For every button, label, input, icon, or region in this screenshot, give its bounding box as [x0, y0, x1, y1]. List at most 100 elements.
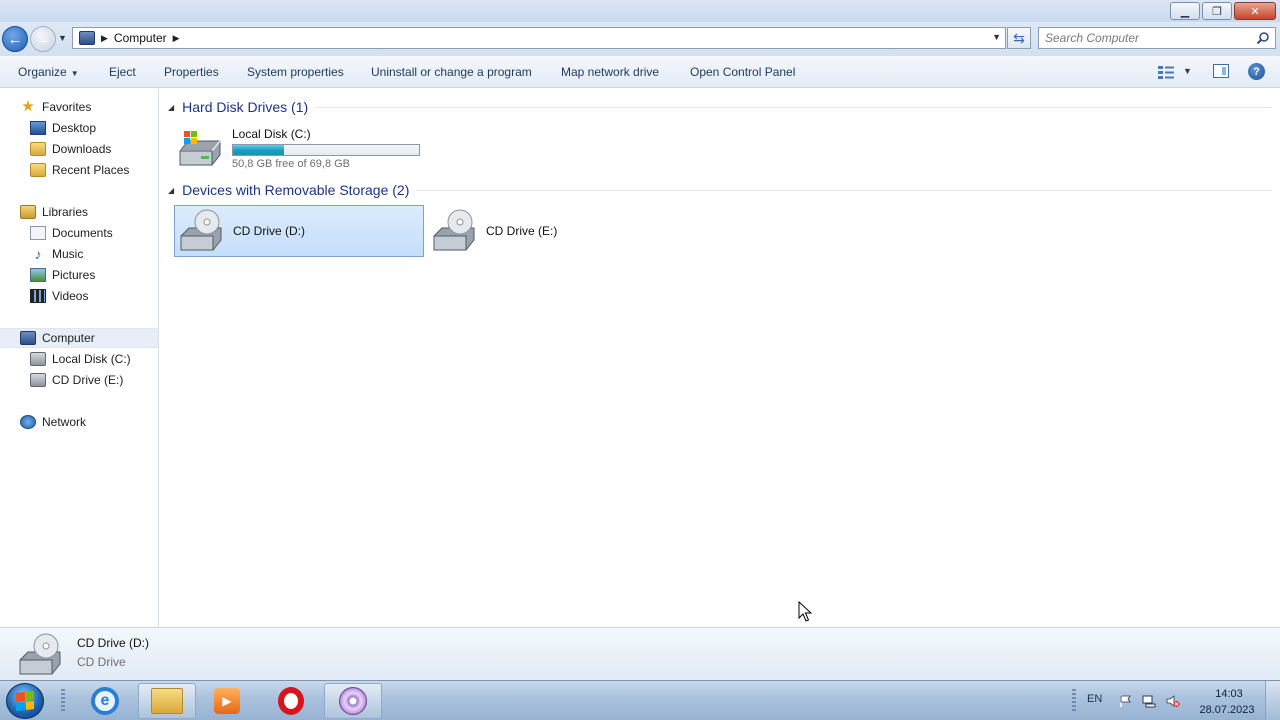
internet-explorer-icon: e [91, 687, 119, 715]
preview-pane-icon[interactable] [1213, 64, 1229, 78]
search-icon[interactable] [1256, 31, 1270, 45]
breadcrumb-computer[interactable]: Computer [114, 31, 167, 45]
videos-icon [30, 289, 46, 303]
change-view-icon[interactable] [1158, 65, 1174, 79]
drive-free-space: 50,8 GB free of 69,8 GB [232, 157, 351, 170]
language-indicator[interactable]: EN [1087, 693, 1102, 705]
collapse-group-icon[interactable]: ◢ [168, 103, 174, 112]
nav-local-disk-label: Local Disk (C:) [52, 352, 131, 366]
minimize-button[interactable]: ▁ [1170, 2, 1200, 20]
nav-music[interactable]: ♪ Music [0, 244, 158, 264]
desktop-icon [30, 121, 46, 135]
downloads-folder-icon [30, 142, 46, 156]
disk-usage-fill [233, 144, 284, 155]
taskbar-media-player[interactable]: ▶ [198, 683, 256, 719]
nav-local-disk-c[interactable]: Local Disk (C:) [0, 349, 158, 369]
window-title-bar: ▁ ❐ ✕ [0, 0, 1280, 22]
uninstall-program-button[interactable]: Uninstall or change a program [371, 65, 532, 79]
view-options-dropdown-icon[interactable]: ▼ [1183, 66, 1192, 76]
eject-button[interactable]: Eject [109, 65, 136, 79]
nav-desktop[interactable]: Desktop [0, 118, 158, 138]
taskbar-disc-burner[interactable] [324, 683, 382, 719]
favorites-star-icon: ★ [21, 98, 35, 115]
taskbar-windows-explorer[interactable] [138, 683, 196, 719]
recent-pages-dropdown-icon[interactable]: ▼ [58, 33, 67, 43]
nav-pictures[interactable]: Pictures [0, 265, 158, 285]
map-network-drive-button[interactable]: Map network drive [561, 65, 659, 79]
window-controls: ▁ ❐ ✕ [1170, 2, 1276, 20]
system-properties-button[interactable]: System properties [247, 65, 344, 79]
nav-recent-places[interactable]: Recent Places [0, 160, 158, 180]
network-tray-icon[interactable] [1142, 694, 1156, 708]
group-title: Hard Disk Drives (1) [182, 99, 309, 115]
opera-icon [278, 687, 304, 715]
clock-time[interactable]: 14:03 [1212, 688, 1246, 700]
hard-drive-icon [179, 131, 221, 166]
group-divider [316, 106, 1272, 108]
organize-menu[interactable]: Organize ▼ [18, 65, 79, 79]
nav-recent-places-label: Recent Places [52, 163, 130, 177]
file-list-view: ◢ Hard Disk Drives (1) Local Disk (C:) 5… [160, 89, 1280, 627]
drive-tile-cd-drive-d[interactable]: CD Drive (D:) [174, 205, 424, 257]
forward-button[interactable]: → [30, 26, 56, 52]
group-title: Devices with Removable Storage (2) [182, 182, 410, 198]
nav-network-label: Network [42, 415, 87, 429]
computer-icon [79, 31, 95, 45]
tray-grip[interactable] [1072, 689, 1076, 713]
nav-favorites-label: Favorites [42, 100, 92, 114]
taskbar-opera[interactable] [262, 683, 320, 719]
show-desktop-button[interactable] [1265, 681, 1280, 720]
details-pane: CD Drive (D:) CD Drive [0, 627, 1280, 680]
details-item-name: CD Drive (D:) [77, 636, 149, 650]
drive-tile-cd-drive-e[interactable]: CD Drive (E:) [430, 205, 680, 257]
navigation-pane: ★ Favorites Desktop Downloads Recent Pla… [0, 89, 159, 627]
chevron-down-icon: ▼ [70, 69, 79, 78]
cd-drive-icon [180, 209, 222, 251]
mouse-cursor-icon [798, 601, 812, 622]
open-control-panel-button[interactable]: Open Control Panel [690, 65, 795, 79]
breadcrumb-separator-icon[interactable]: ▶ [101, 33, 108, 44]
group-header-removable-storage[interactable]: ◢ Devices with Removable Storage (2) [168, 180, 1272, 200]
documents-icon [30, 226, 46, 240]
breadcrumb-separator-icon[interactable]: ▶ [173, 33, 180, 44]
close-button[interactable]: ✕ [1234, 2, 1276, 20]
organize-label: Organize [18, 65, 67, 79]
address-history-dropdown-icon[interactable]: ▼ [992, 32, 1001, 42]
taskbar-internet-explorer[interactable]: e [76, 683, 134, 719]
nav-videos[interactable]: Videos [0, 286, 158, 306]
clock-date[interactable]: 28.07.2023 [1198, 704, 1256, 716]
drive-tile-local-disk-c[interactable]: Local Disk (C:) 50,8 GB free of 69,8 GB [176, 123, 426, 173]
nav-network[interactable]: Network [0, 412, 158, 432]
drive-name: CD Drive (E:) [486, 224, 558, 238]
nav-cd-drive-e[interactable]: CD Drive (E:) [0, 370, 158, 390]
start-button[interactable] [6, 683, 44, 719]
address-bar-row: ← → ▼ ▶ Computer ▶ ▼ ⇆ [0, 22, 1280, 56]
disk-usage-bar [232, 143, 420, 156]
properties-button[interactable]: Properties [164, 65, 219, 79]
nav-libraries[interactable]: Libraries [0, 202, 158, 222]
details-item-type: CD Drive [77, 655, 126, 669]
group-header-hard-disk-drives[interactable]: ◢ Hard Disk Drives (1) [168, 97, 1272, 117]
volume-muted-icon[interactable] [1166, 694, 1180, 708]
local-disk-icon [30, 352, 46, 366]
cd-drive-icon [433, 209, 475, 251]
group-divider [417, 189, 1272, 191]
disc-burner-icon [339, 687, 367, 715]
music-icon: ♪ [34, 246, 42, 262]
nav-downloads[interactable]: Downloads [0, 139, 158, 159]
nav-documents[interactable]: Documents [0, 223, 158, 243]
nav-favorites[interactable]: ★ Favorites [0, 97, 158, 117]
maximize-button[interactable]: ❐ [1202, 2, 1232, 20]
help-icon[interactable]: ? [1248, 63, 1265, 80]
collapse-group-icon[interactable]: ◢ [168, 186, 174, 195]
action-center-flag-icon[interactable] [1118, 694, 1132, 708]
address-bar[interactable]: ▶ Computer ▶ ▼ [72, 27, 1006, 49]
back-button[interactable]: ← [2, 26, 28, 52]
refresh-icon: ⇆ [1013, 29, 1025, 46]
taskbar-grip[interactable] [61, 689, 65, 713]
refresh-button[interactable]: ⇆ [1007, 27, 1031, 49]
nav-computer[interactable]: Computer [0, 328, 158, 348]
search-input[interactable] [1039, 28, 1249, 48]
search-box[interactable] [1038, 27, 1276, 49]
nav-cd-drive-label: CD Drive (E:) [52, 373, 124, 387]
